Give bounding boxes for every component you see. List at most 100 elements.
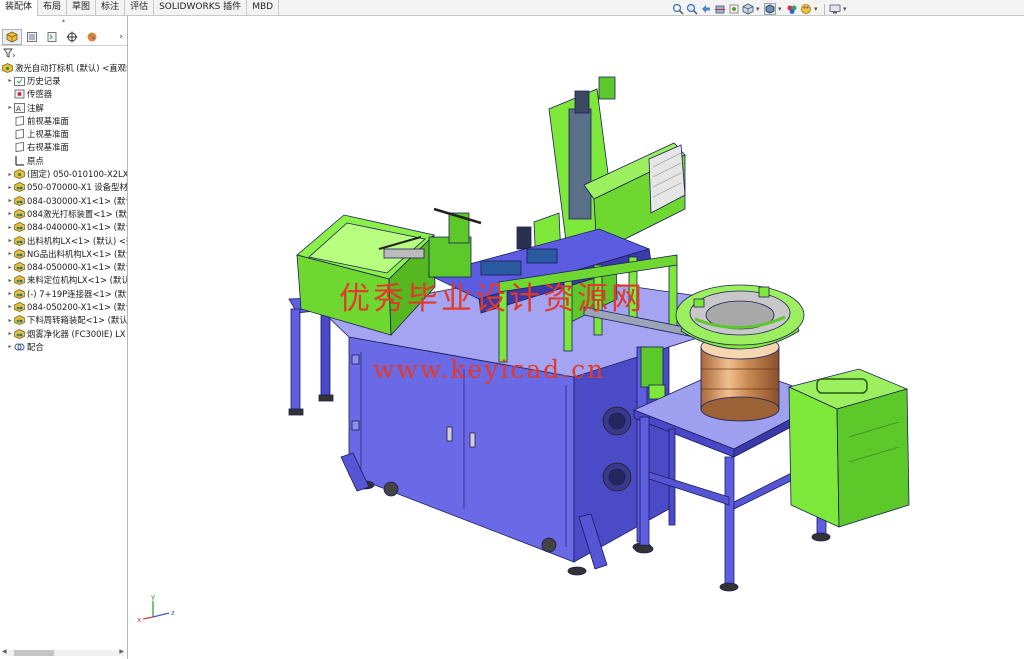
tree-item[interactable]: ▸ NG品出料机构LX<1> (默认 [0,247,127,260]
hide-show-items-icon[interactable] [786,3,798,15]
expand-arrow-icon[interactable]: ▸ [6,277,14,284]
tree-item-label: 烟雾净化器 (FC300IE) LX [27,328,126,339]
command-manager-tabs: 装配体 布局 草图 标注 评估 SOLIDWORKS 插件 MBD [0,0,1024,16]
panel-tabs-more-button[interactable]: › [115,32,127,42]
section-view-icon[interactable] [714,3,726,15]
dimxpert-icon[interactable] [62,29,82,45]
tree-item-label: (固定) 050-010100-X2LX- [27,169,127,180]
expand-arrow-icon[interactable]: ▸ [6,224,14,231]
sensor-icon [14,89,25,99]
manager-tabs: › [0,28,127,46]
subassembly-icon [14,222,25,233]
expand-arrow-icon[interactable]: ▸ [6,330,14,337]
graphics-area[interactable]: 优秀毕业设计资源网 www.keyicad.cn y z x [129,17,1024,659]
subassembly-icon [14,209,25,219]
tree-item-label: (-) 7+19P连接器<1> (默认 [27,288,127,299]
tree-item-label: 084激光打标装置<1> (默认 [27,208,127,219]
tree-item[interactable]: ▸ 来料定位机构LX<1> (默认 [0,274,127,287]
subassembly-icon [14,182,25,193]
previous-view-icon[interactable] [700,3,712,15]
chevron-down-icon[interactable]: ▾ [778,5,784,13]
tree-item[interactable]: ▸ 历史记录 [0,74,127,87]
tab-evaluate[interactable]: 评估 [125,0,155,16]
zoom-fit-icon[interactable] [672,3,684,15]
tree-item[interactable]: ▸ 下料周转箱装配<1> (默认) [0,314,127,327]
expand-arrow-icon[interactable]: ▸ [6,77,14,84]
tree-item-label: 上视基准面 [27,129,69,140]
tree-item-label: 来料定位机构LX<1> (默认 [27,275,127,286]
svg-text:A: A [16,105,21,113]
expand-arrow-icon[interactable]: ▸ [6,210,14,217]
tree-item-label: 配合 [27,341,44,352]
tree-item[interactable]: ▸ 烟雾净化器 (FC300IE) LX [0,327,127,340]
scrollbar-thumb[interactable] [14,650,54,656]
tree-filter[interactable] [0,46,127,60]
expand-arrow-icon[interactable]: ▸ [6,317,14,324]
tree-item[interactable]: 原点 [0,154,127,167]
tree-item-label: 084-030000-X1<1> (默认 [27,195,127,206]
tree-item[interactable]: ▸ 084激光打标装置<1> (默认 [0,207,127,220]
tree-item[interactable]: ▸ 084-030000-X1<1> (默认 [0,194,127,207]
expand-arrow-icon[interactable]: ▸ [6,171,14,178]
expand-arrow-icon[interactable]: ▸ [6,264,14,271]
expand-arrow-icon[interactable]: ▸ [6,290,14,297]
tree-item[interactable]: ▸ 084-040000-X1<1> (默认 [0,221,127,234]
tree-item-label: 前视基准面 [27,115,69,126]
tree-item[interactable]: ▸ 配合 [0,340,127,353]
scroll-left-icon[interactable]: ◀ [2,648,7,655]
expand-arrow-icon[interactable]: ▸ [6,303,14,310]
tree-item[interactable]: ▸ 084-050000-X1<1> (默认 [0,260,127,273]
expand-arrow-icon[interactable]: ▸ [6,343,14,350]
view-orientation-icon[interactable] [742,3,754,15]
tree-item[interactable]: ▸ 出料机构LX<1> (默认) <数 [0,234,127,247]
expand-arrow-icon[interactable]: ▸ [6,184,14,191]
chevron-down-icon[interactable]: ▾ [843,5,849,13]
watermark-url: www.keyicad.cn [373,355,606,384]
chevron-down-icon[interactable]: ▾ [756,5,762,13]
panel-grip[interactable]: • [0,16,127,28]
property-manager-icon[interactable] [22,29,42,45]
tab-markup[interactable]: 标注 [96,0,126,16]
expand-arrow-icon[interactable]: ▸ [6,237,14,244]
tree-item[interactable]: 右视基准面 [0,141,127,154]
zoom-area-icon[interactable] [686,3,698,15]
tree-item[interactable]: 上视基准面 [0,127,127,140]
view-settings-icon[interactable] [829,3,841,15]
subassembly-icon [14,302,25,312]
laser-marking-machine-model[interactable] [129,17,1024,659]
tree-item[interactable]: ▸ 084-050200-X1<1> (默认 [0,300,127,313]
tree-item[interactable]: ▸ A 注解 [0,101,127,114]
configuration-manager-icon[interactable] [42,29,62,45]
tree-item[interactable]: 传感器 [0,88,127,101]
tree-item-label: 下料周转箱装配<1> (默认) [27,315,127,326]
chevron-down-icon[interactable]: ▾ [814,5,820,13]
tree-item[interactable]: 前视基准面 [0,114,127,127]
expand-arrow-icon[interactable]: ▸ [6,104,14,111]
tab-mbd[interactable]: MBD [247,0,280,16]
tree-item[interactable]: ▸ (-) 7+19P连接器<1> (默认 [0,287,127,300]
tree-item[interactable]: ▸ 050-070000-X1 设备型材 [0,181,127,194]
plane-icon [14,129,25,140]
tree-item-label: 084-050000-X1<1> (默认 [27,262,127,273]
tab-layout[interactable]: 布局 [38,0,68,16]
tab-sketch[interactable]: 草图 [67,0,97,16]
tree-item-label: 050-070000-X1 设备型材 [27,182,127,193]
expand-arrow-icon[interactable]: ▸ [6,197,14,204]
edit-appearance-icon[interactable] [800,3,812,15]
plane-icon [14,115,25,126]
tab-assembly[interactable]: 装配体 [0,0,39,16]
tree-item-label: 原点 [27,155,44,166]
horizontal-scrollbar[interactable]: ◀ ▶ [2,648,124,657]
expand-arrow-icon[interactable]: ▸ [6,250,14,257]
scroll-right-icon[interactable]: ▶ [119,648,124,655]
assembly-icon [2,62,13,73]
tab-solidworks-addins[interactable]: SOLIDWORKS 插件 [154,0,248,16]
feature-manager-icon[interactable] [2,28,22,45]
display-style-icon[interactable] [764,3,776,15]
tree-root-assembly[interactable]: 激光自动打标机 (默认) <直观S [0,61,127,74]
filter-icon[interactable] [3,48,15,58]
display-manager-icon[interactable] [82,29,102,45]
dynamic-annotation-icon[interactable] [728,3,740,15]
origin-icon [14,155,25,166]
tree-item[interactable]: ▸ (固定) 050-010100-X2LX- [0,167,127,180]
